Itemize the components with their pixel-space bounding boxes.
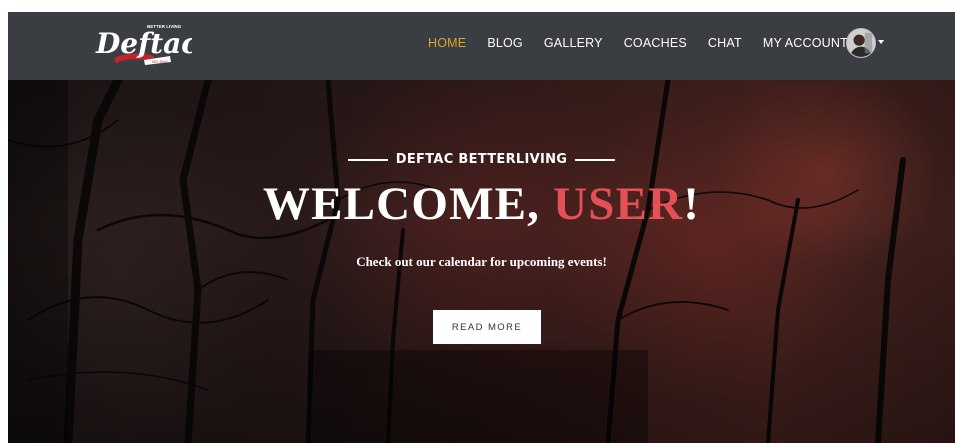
headline-suffix: !	[683, 178, 701, 230]
chevron-down-icon	[877, 40, 884, 44]
account-label: MY ACCOUNT	[762, 36, 848, 50]
read-more-button[interactable]: READ MORE	[433, 310, 541, 344]
hero-subtext: Check out our calendar for upcoming even…	[356, 254, 607, 269]
svg-text:Deftac: Deftac	[95, 27, 192, 60]
hero-banner: DEFTAC BETTERLIVING WELCOME, USER! Check…	[8, 80, 955, 443]
nav-item-gallery[interactable]: GALLERY	[544, 36, 603, 50]
account-menu[interactable]: MY ACCOUNT	[763, 28, 884, 58]
page-frame: BETTER LIVING NO JINX Deftac HOME BLOG G…	[8, 12, 955, 443]
eyebrow-text: DEFTAC BETTERLIVING	[395, 152, 568, 167]
eyebrow-line-right	[575, 158, 616, 161]
headline-prefix: WELCOME,	[262, 178, 554, 230]
logo-mark: BETTER LIVING NO JINX Deftac	[95, 24, 192, 65]
navbar: BETTER LIVING NO JINX Deftac HOME BLOG G…	[8, 12, 955, 80]
site-logo[interactable]: BETTER LIVING NO JINX Deftac	[92, 20, 192, 68]
nav-item-coaches[interactable]: COACHES	[624, 36, 687, 50]
avatar	[845, 28, 876, 58]
headline-accent: USER	[553, 178, 684, 230]
nav-item-chat[interactable]: CHAT	[708, 36, 742, 50]
hero-headline: WELCOME, USER!	[8, 178, 955, 230]
nav-item-home[interactable]: HOME	[428, 36, 466, 50]
eyebrow-line-left	[347, 158, 388, 161]
nav-item-blog[interactable]: BLOG	[487, 36, 523, 50]
hero-eyebrow: DEFTAC BETTERLIVING	[8, 152, 955, 167]
main-nav: HOME BLOG GALLERY COACHES CHAT MY ACCOUN…	[428, 12, 884, 74]
